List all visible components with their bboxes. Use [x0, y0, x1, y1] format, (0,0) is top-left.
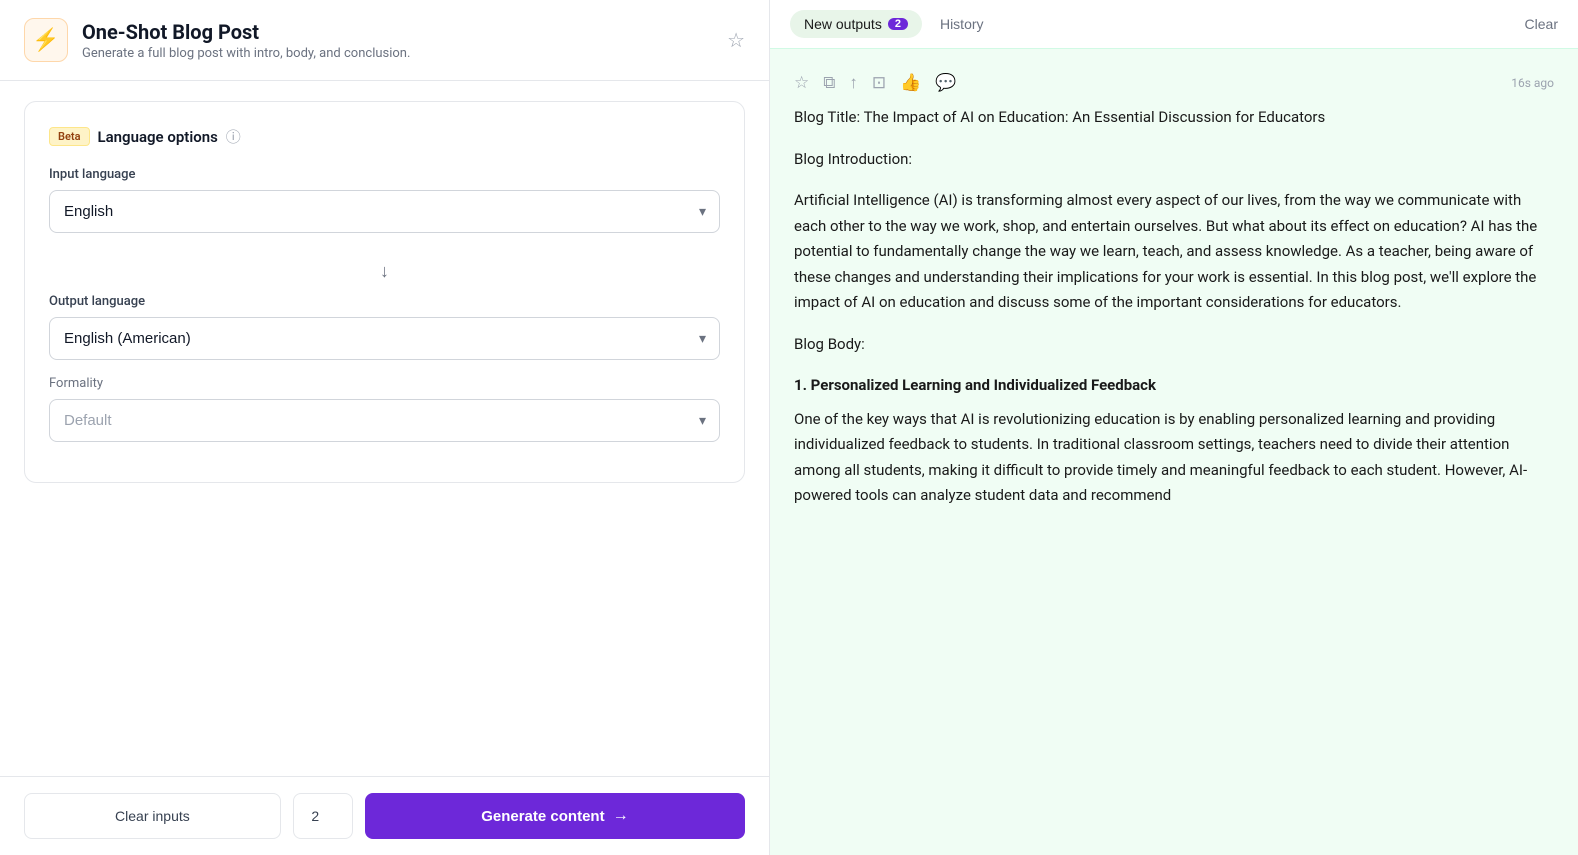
right-panel: New outputs 2 History Clear ☆ ⧉ ↑ ⊡ 👍 💬 … [770, 0, 1578, 855]
blog-body-heading: Blog Body: [794, 332, 1554, 358]
language-options-card: Beta Language options ⓘ Input language E… [24, 101, 745, 483]
output-card: ☆ ⧉ ↑ ⊡ 👍 💬 16s ago Blog Title: The Impa… [794, 65, 1554, 509]
app-header: ⚡ One-Shot Blog Post Generate a full blo… [0, 0, 769, 81]
blog-body-para1: One of the key ways that AI is revolutio… [794, 407, 1554, 509]
output-actions: ☆ ⧉ ↑ ⊡ 👍 💬 16s ago [794, 65, 1554, 105]
bottom-bar: Clear inputs Generate content → [0, 776, 769, 855]
info-icon[interactable]: ⓘ [226, 126, 241, 147]
new-outputs-badge: 2 [888, 18, 908, 30]
blog-intro-body: Artificial Intelligence (AI) is transfor… [794, 188, 1554, 316]
clear-inputs-button[interactable]: Clear inputs [24, 793, 281, 839]
formality-wrapper: Default ▾ [49, 399, 720, 442]
blog-intro-heading: Blog Introduction: [794, 147, 1554, 173]
favorite-button[interactable]: ☆ [727, 28, 745, 53]
output-language-wrapper: English (American) ▾ [49, 317, 720, 360]
output-content: ☆ ⧉ ↑ ⊡ 👍 💬 16s ago Blog Title: The Impa… [770, 49, 1578, 855]
copy-action-icon[interactable]: ⧉ [823, 73, 835, 93]
output-tabs: New outputs 2 History Clear [770, 0, 1578, 49]
input-language-wrapper: English ▾ [49, 190, 720, 233]
thumbsup-action-icon[interactable]: 👍 [900, 73, 921, 93]
app-title-block: One-Shot Blog Post Generate a full blog … [82, 20, 713, 61]
beta-badge: Beta [49, 127, 90, 146]
formality-select[interactable]: Default [49, 399, 720, 442]
share-action-icon[interactable]: ↑ [849, 73, 858, 93]
star-action-icon[interactable]: ☆ [794, 73, 809, 93]
tab-history[interactable]: History [926, 10, 998, 38]
scrollable-content: Beta Language options ⓘ Input language E… [0, 81, 769, 776]
blog-section1-title: 1. Personalized Learning and Individuali… [794, 373, 1554, 399]
comment-action-icon[interactable]: 💬 [935, 73, 956, 93]
generate-content-button[interactable]: Generate content → [365, 793, 745, 839]
input-language-select[interactable]: English [49, 190, 720, 233]
app-icon: ⚡ [24, 18, 68, 62]
output-language-select[interactable]: English (American) [49, 317, 720, 360]
count-input[interactable] [293, 793, 353, 839]
tab-new-outputs[interactable]: New outputs 2 [790, 10, 922, 38]
output-language-label: Output language [49, 294, 720, 309]
app-subtitle: Generate a full blog post with intro, bo… [82, 46, 713, 61]
output-timestamp: 16s ago [1511, 76, 1554, 90]
app-title: One-Shot Blog Post [82, 20, 713, 44]
lang-options-label: Language options [98, 128, 218, 146]
blog-title-line: Blog Title: The Impact of AI on Educatio… [794, 105, 1554, 131]
output-text: Blog Title: The Impact of AI on Educatio… [794, 105, 1554, 509]
left-panel: ⚡ One-Shot Blog Post Generate a full blo… [0, 0, 770, 855]
input-language-label: Input language [49, 167, 720, 182]
formality-label: Formality [49, 376, 720, 391]
save-action-icon[interactable]: ⊡ [872, 73, 886, 93]
lang-card-header: Beta Language options ⓘ [49, 126, 720, 147]
clear-output-button[interactable]: Clear [1525, 16, 1558, 32]
arrow-down-connector: ↓ [49, 249, 720, 294]
